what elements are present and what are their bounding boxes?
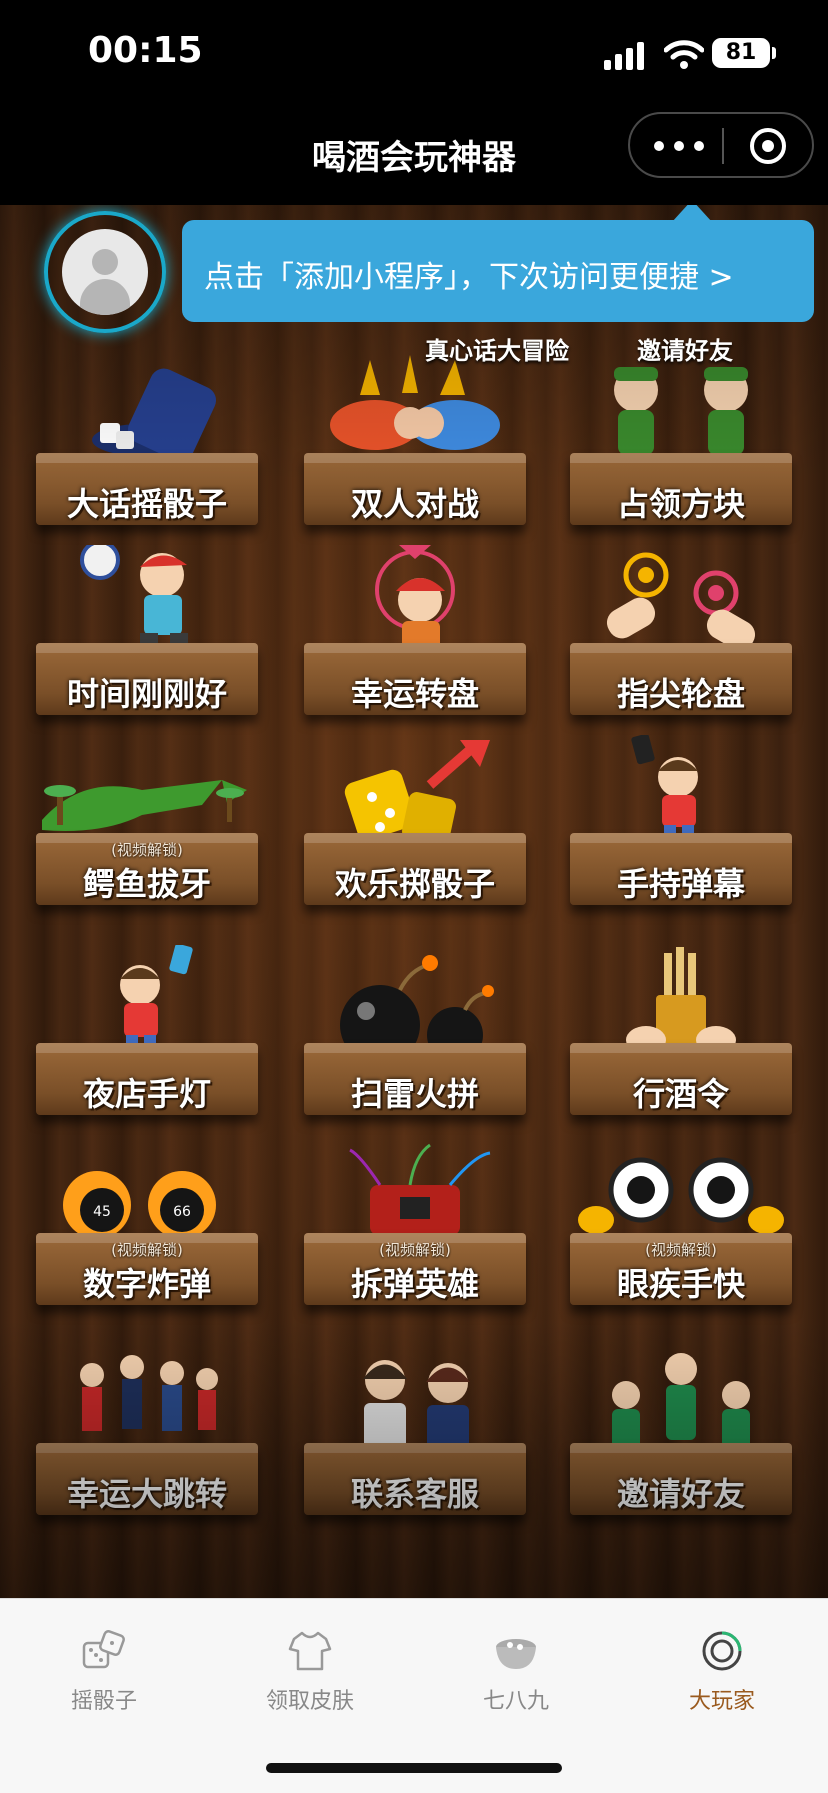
bottom-tab-bar: 摇骰子 领取皮肤 七八九 大玩家	[0, 1598, 828, 1793]
home-indicator	[266, 1763, 562, 1773]
game-tile-fingertip-wheel[interactable]: 指尖轮盘	[556, 545, 806, 735]
game-label: 指尖轮盘	[616, 675, 745, 713]
game-tile-customer-service[interactable]: 联系客服	[290, 1345, 540, 1535]
video-unlock-badge: (视频解锁)	[111, 1241, 183, 1259]
game-label: 鳄鱼拔牙	[82, 865, 211, 903]
avatar	[62, 229, 148, 315]
tab-label: 七八九	[482, 1689, 549, 1714]
game-tile-club-light[interactable]: 夜店手灯	[22, 945, 272, 1135]
game-label: 眼疾手快	[616, 1265, 745, 1303]
tab-seven-eight-nine[interactable]: 七八九	[426, 1621, 606, 1721]
game-label: 邀请好友	[616, 1475, 745, 1513]
tab-get-skins[interactable]: 领取皮肤	[220, 1621, 400, 1721]
battery-tip	[772, 47, 776, 59]
invite-friends-top-label[interactable]: 邀请好友	[637, 331, 733, 366]
game-label: 手持弹幕	[616, 865, 745, 903]
svg-text:66: 66	[173, 1204, 191, 1220]
game-tile-number-bomb[interactable]: 45 66 (视频解锁) 数字炸弹	[22, 1135, 272, 1325]
game-tile-perfect-timing[interactable]: 时间刚刚好	[22, 545, 272, 735]
tab-label: 摇骰子	[70, 1689, 137, 1714]
status-bar: 00:15 81	[0, 0, 828, 110]
game-label: 双人对战	[350, 485, 479, 523]
game-label: 行酒令	[632, 1075, 729, 1113]
tab-label: 大玩家	[688, 1689, 755, 1714]
game-tile-roll-dice[interactable]: 欢乐掷骰子	[290, 735, 540, 925]
status-time: 00:15	[88, 30, 203, 71]
wifi-icon	[664, 40, 704, 69]
game-label: 扫雷火拼	[350, 1075, 479, 1113]
bowl-icon	[496, 1639, 536, 1669]
tab-shake-dice[interactable]: 摇骰子	[14, 1621, 194, 1721]
game-label: 幸运转盘	[350, 675, 479, 713]
game-tile-duel[interactable]: 双人对战	[290, 355, 540, 545]
game-tile-quick-eyes[interactable]: (视频解锁) 眼疾手快	[556, 1135, 806, 1325]
more-icon[interactable]	[654, 132, 704, 160]
game-label: 拆弹英雄	[350, 1265, 479, 1303]
game-label: 数字炸弹	[82, 1265, 211, 1303]
ring-icon	[702, 1631, 742, 1671]
game-label: 欢乐掷骰子	[334, 865, 495, 903]
game-tile-crocodile-dentist[interactable]: (视频解锁) 鳄鱼拔牙	[22, 735, 272, 925]
game-label: 大话摇骰子	[66, 485, 227, 523]
game-tile-lucky-wheel[interactable]: 幸运转盘	[290, 545, 540, 735]
tab-label: 领取皮肤	[265, 1689, 354, 1714]
game-label: 占领方块	[616, 485, 745, 523]
truth-or-dare-label[interactable]: 真心话大冒险	[425, 331, 569, 366]
game-label: 时间刚刚好	[66, 675, 227, 713]
tab-big-player[interactable]: 大玩家	[632, 1621, 812, 1721]
tooltip-text: 点击「添加小程序」，下次访问更便捷 >	[204, 260, 734, 295]
game-tile-invite-friends[interactable]: 邀请好友	[556, 1345, 806, 1535]
game-tile-handheld-danmaku[interactable]: 手持弹幕	[556, 735, 806, 925]
capsule-divider	[722, 128, 724, 164]
video-unlock-badge: (视频解锁)	[379, 1241, 451, 1259]
game-grid: 大话摇骰子 双人对战 占领方块 时间刚刚好 幸运转盘 指尖轮盘 (视频解锁) 鳄…	[0, 205, 828, 1598]
game-tile-bomb-defuser[interactable]: (视频解锁) 拆弹英雄	[290, 1135, 540, 1325]
game-tile-occupy-squares[interactable]: 占领方块	[556, 355, 806, 545]
user-avatar-ring[interactable]	[44, 211, 166, 333]
video-unlock-badge: (视频解锁)	[111, 841, 183, 859]
game-label: 幸运大跳转	[66, 1475, 227, 1513]
cellular-signal-icon	[604, 42, 644, 70]
game-tile-drinking-order[interactable]: 行酒令	[556, 945, 806, 1135]
miniprogram-capsule	[628, 112, 814, 178]
game-label: 夜店手灯	[82, 1075, 211, 1113]
add-miniprogram-tooltip[interactable]: 点击「添加小程序」，下次访问更便捷 >	[182, 205, 814, 322]
video-unlock-badge: (视频解锁)	[645, 1241, 717, 1259]
svg-text:45: 45	[93, 1204, 111, 1220]
navigation-bar: 喝酒会玩神器	[0, 110, 828, 205]
shirt-icon	[288, 1631, 332, 1671]
game-tile-minesweeper[interactable]: 扫雷火拼	[290, 945, 540, 1135]
dice-icon	[82, 1630, 125, 1669]
close-miniprogram-icon[interactable]	[750, 128, 786, 164]
main-content: 点击「添加小程序」，下次访问更便捷 > 真心话大冒险 邀请好友 大话摇骰子 双人…	[0, 205, 828, 1598]
game-label: 联系客服	[350, 1475, 479, 1513]
game-tile-liars-dice[interactable]: 大话摇骰子	[22, 355, 272, 545]
battery-icon: 81	[712, 38, 770, 68]
game-tile-lucky-jump[interactable]: 幸运大跳转	[22, 1345, 272, 1535]
